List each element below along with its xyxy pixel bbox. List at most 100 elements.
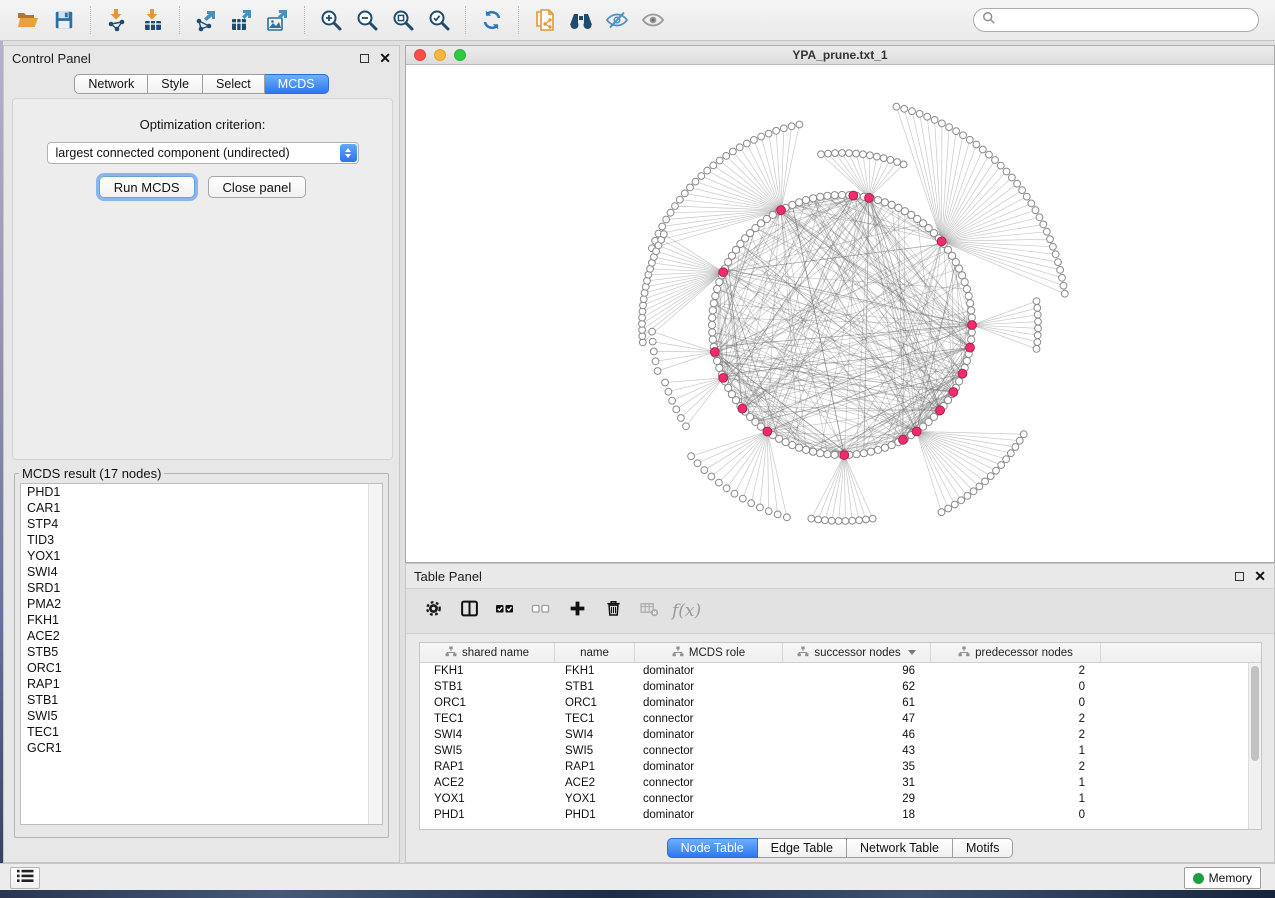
tab-network[interactable]: Network bbox=[74, 74, 148, 94]
zoom-out-button[interactable] bbox=[352, 5, 382, 35]
mcds-result-item[interactable]: STP4 bbox=[21, 516, 382, 532]
show-columns-button[interactable] bbox=[456, 598, 482, 624]
criterion-select[interactable]: largest connected component (undirected) bbox=[47, 142, 359, 164]
export-network-button[interactable] bbox=[191, 5, 221, 35]
tab-network-table[interactable]: Network Table bbox=[847, 838, 953, 858]
export-image-button[interactable] bbox=[263, 5, 293, 35]
open-session-button[interactable] bbox=[13, 5, 43, 35]
mcds-result-item[interactable]: RAP1 bbox=[21, 676, 382, 692]
mcds-result-item[interactable]: CAR1 bbox=[21, 500, 382, 516]
mcds-result-item[interactable]: YOX1 bbox=[21, 548, 382, 564]
table-settings-button[interactable] bbox=[420, 598, 446, 624]
table-scrollbar-thumb[interactable] bbox=[1251, 666, 1259, 761]
mcds-list-scrollbar[interactable] bbox=[368, 484, 382, 824]
show-all-button[interactable] bbox=[638, 5, 668, 35]
table-type-tabs: Node TableEdge TableNetwork TableMotifs bbox=[406, 838, 1274, 858]
select-all-button[interactable] bbox=[492, 598, 518, 624]
import-table-icon bbox=[141, 8, 165, 32]
tab-node-table[interactable]: Node Table bbox=[667, 838, 758, 858]
cell-successor-nodes: 18 bbox=[783, 809, 931, 821]
table-row[interactable]: RAP1RAP1dominator352 bbox=[420, 759, 1248, 775]
hide-selected-button[interactable] bbox=[602, 5, 632, 35]
zoom-selected-button[interactable] bbox=[424, 5, 454, 35]
float-panel-icon[interactable] bbox=[360, 54, 369, 63]
mcds-result-item[interactable]: ORC1 bbox=[21, 660, 382, 676]
zoom-fit-button[interactable] bbox=[388, 5, 418, 35]
window-close-light[interactable] bbox=[414, 49, 426, 61]
table-row[interactable]: ACE2ACE2connector311 bbox=[420, 775, 1248, 791]
table-row[interactable]: STB1STB1dominator620 bbox=[420, 679, 1248, 695]
cell-predecessor-nodes: 2 bbox=[931, 713, 1101, 725]
delete-column-button[interactable] bbox=[600, 598, 626, 624]
mcds-result-item[interactable]: STB1 bbox=[21, 692, 382, 708]
mcds-result-group: MCDS result (17 nodes) PHD1CAR1STP4TID3Y… bbox=[14, 466, 389, 838]
mcds-result-item[interactable]: PHD1 bbox=[21, 484, 382, 500]
export-network-icon bbox=[194, 8, 218, 32]
zoom-in-icon bbox=[319, 8, 343, 32]
mcds-result-item[interactable]: ACE2 bbox=[21, 628, 382, 644]
network-graph[interactable] bbox=[406, 65, 1274, 562]
add-column-button[interactable] bbox=[564, 598, 590, 624]
deselect-all-button[interactable] bbox=[528, 598, 554, 624]
delete-table-button[interactable] bbox=[636, 598, 662, 624]
window-maximize-light[interactable] bbox=[454, 49, 466, 61]
tab-style[interactable]: Style bbox=[148, 74, 203, 94]
column-header-name[interactable]: name bbox=[555, 643, 635, 662]
table-row[interactable]: SWI4SWI4dominator462 bbox=[420, 727, 1248, 743]
zoom-in-button[interactable] bbox=[316, 5, 346, 35]
float-panel-icon[interactable] bbox=[1235, 572, 1244, 581]
table-row[interactable]: PHD1PHD1dominator180 bbox=[420, 807, 1248, 823]
table-row[interactable]: YOX1YOX1connector291 bbox=[420, 791, 1248, 807]
mcds-result-item[interactable]: TEC1 bbox=[21, 724, 382, 740]
mcds-result-item[interactable]: PMA2 bbox=[21, 596, 382, 612]
open-folder-icon bbox=[16, 8, 40, 32]
tab-edge-table[interactable]: Edge Table bbox=[758, 838, 847, 858]
floppy-disk-icon bbox=[53, 9, 75, 31]
column-header-successor-nodes[interactable]: successor nodes bbox=[783, 643, 931, 662]
mcds-result-item[interactable]: TID3 bbox=[21, 532, 382, 548]
export-table-button[interactable] bbox=[227, 5, 257, 35]
cell-name: SWI5 bbox=[555, 745, 635, 757]
close-panel-icon[interactable]: ✕ bbox=[379, 54, 391, 63]
zoom-selected-icon bbox=[427, 8, 451, 32]
table-row[interactable]: FKH1FKH1dominator962 bbox=[420, 663, 1248, 679]
column-header-mcds-role[interactable]: MCDS role bbox=[635, 643, 783, 662]
column-header-shared-name[interactable]: shared name bbox=[420, 643, 555, 662]
table-row[interactable]: TEC1TEC1connector472 bbox=[420, 711, 1248, 727]
table-row[interactable]: SWI5SWI5connector431 bbox=[420, 743, 1248, 759]
tab-select[interactable]: Select bbox=[203, 74, 265, 94]
network-canvas[interactable] bbox=[406, 65, 1274, 562]
apply-layout-button[interactable] bbox=[477, 5, 507, 35]
mcds-result-item[interactable]: STB5 bbox=[21, 644, 382, 660]
search-network-button[interactable] bbox=[566, 5, 596, 35]
tab-mcds[interactable]: MCDS bbox=[265, 74, 329, 94]
plus-icon bbox=[568, 599, 587, 623]
memory-button[interactable]: Memory bbox=[1184, 867, 1261, 889]
network-window-titlebar[interactable]: YPA_prune.txt_1 bbox=[406, 46, 1274, 65]
close-panel-icon[interactable]: ✕ bbox=[1254, 572, 1266, 581]
clone-network-button[interactable] bbox=[530, 5, 560, 35]
column-header-predecessor-nodes[interactable]: predecessor nodes bbox=[931, 643, 1101, 662]
mcds-result-item[interactable]: SWI4 bbox=[21, 564, 382, 580]
mcds-result-item[interactable]: SWI5 bbox=[21, 708, 382, 724]
task-history-button[interactable] bbox=[10, 867, 40, 889]
sort-chevron-icon[interactable] bbox=[908, 650, 916, 655]
close-panel-button[interactable]: Close panel bbox=[208, 176, 307, 198]
mcds-result-item[interactable]: SRD1 bbox=[21, 580, 382, 596]
mcds-result-item[interactable]: GCR1 bbox=[21, 740, 382, 756]
table-row[interactable]: ORC1ORC1dominator610 bbox=[420, 695, 1248, 711]
gear-icon bbox=[424, 599, 443, 623]
mcds-result-item[interactable]: FKH1 bbox=[21, 612, 382, 628]
search-input[interactable] bbox=[996, 13, 1250, 27]
window-minimize-light[interactable] bbox=[434, 49, 446, 61]
run-mcds-button[interactable]: Run MCDS bbox=[99, 176, 195, 198]
cell-name: FKH1 bbox=[555, 665, 635, 677]
cell-shared-name: RAP1 bbox=[420, 761, 555, 773]
function-builder-button[interactable]: f(x) bbox=[672, 598, 701, 624]
table-scrollbar[interactable] bbox=[1248, 663, 1261, 829]
import-table-button[interactable] bbox=[138, 5, 168, 35]
import-network-button[interactable] bbox=[102, 5, 132, 35]
tab-motifs[interactable]: Motifs bbox=[953, 838, 1013, 858]
cell-shared-name: FKH1 bbox=[420, 665, 555, 677]
save-session-button[interactable] bbox=[49, 5, 79, 35]
